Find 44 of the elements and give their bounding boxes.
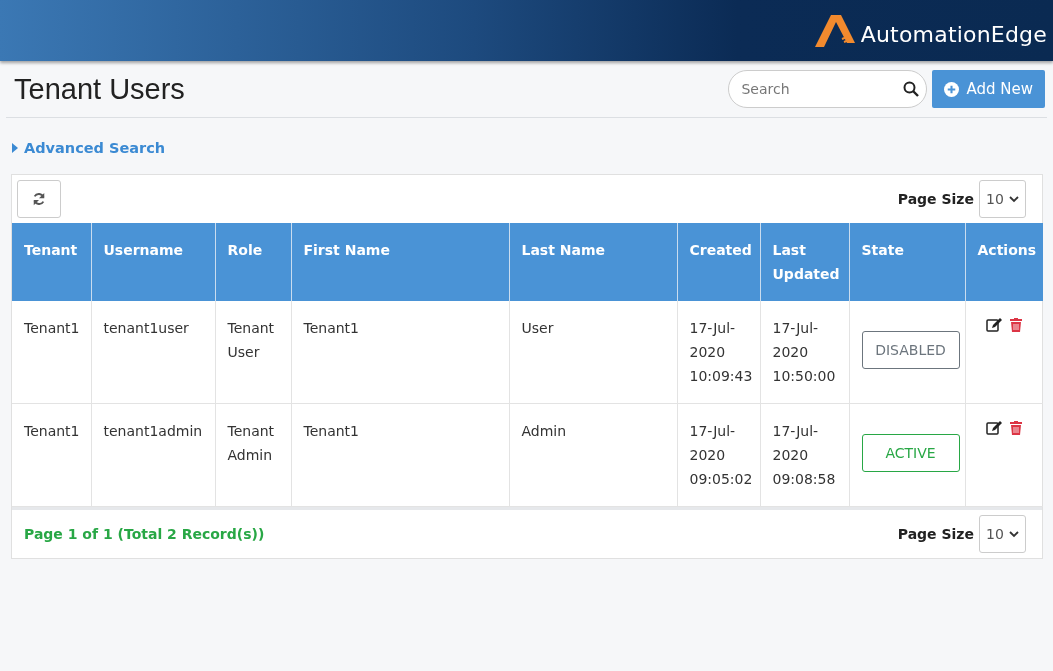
table-cell: tenant1user xyxy=(91,301,215,404)
chevron-down-icon xyxy=(1009,195,1019,203)
trash-icon[interactable] xyxy=(1010,421,1023,436)
table-cell: Tenant1 xyxy=(291,301,509,404)
table-cell: Tenant User xyxy=(215,301,291,404)
table-cell: Tenant1 xyxy=(12,301,91,404)
table-cell: 17-Jul-2020 10:50:00 xyxy=(760,301,849,404)
search-field[interactable]: Search xyxy=(728,70,928,108)
state-badge: ACTIVE xyxy=(861,434,960,472)
page-size-select[interactable]: 10 xyxy=(979,515,1026,553)
table-cell: Tenant1 xyxy=(291,403,509,507)
page-title: Tenant Users xyxy=(14,72,185,106)
refresh-button[interactable] xyxy=(17,180,61,218)
table-cell: 17-Jul-2020 09:08:58 xyxy=(760,403,849,507)
column-header: Role xyxy=(215,223,291,301)
edit-icon[interactable] xyxy=(986,421,1003,436)
search-icon xyxy=(903,81,920,97)
brand-name: AutomationEdge xyxy=(860,22,1047,47)
table-cell: 17-Jul-2020 09:05:02 xyxy=(677,403,760,507)
column-header: Tenant xyxy=(12,223,91,301)
table-cell: Admin xyxy=(509,403,677,507)
table-cell: Tenant Admin xyxy=(215,403,291,507)
page-size-label: Page Size xyxy=(897,191,974,207)
trash-icon[interactable] xyxy=(1010,318,1023,333)
column-header: First Name xyxy=(291,223,509,301)
column-header: Actions xyxy=(965,223,1043,301)
table-cell: 17-Jul-2020 10:09:43 xyxy=(677,301,760,404)
pagination-summary: Page 1 of 1 (Total 2 Record(s)) xyxy=(24,526,265,542)
column-header: State xyxy=(849,223,965,301)
chevron-down-icon xyxy=(1009,530,1019,538)
caret-icon xyxy=(12,143,18,153)
edit-icon[interactable] xyxy=(986,318,1003,333)
table-cell: tenant1admin xyxy=(91,403,215,507)
page-size-label: Page Size xyxy=(897,526,974,542)
state-badge: DISABLED xyxy=(861,331,960,369)
column-header: Last Updated xyxy=(760,223,849,301)
plus-circle-icon xyxy=(944,81,960,97)
table-cell: User xyxy=(509,301,677,404)
column-header: Created xyxy=(677,223,760,301)
refresh-icon xyxy=(32,192,46,206)
table-cell: Tenant1 xyxy=(12,403,91,507)
page-size-select[interactable]: 10 xyxy=(979,180,1026,218)
column-header: Last Name xyxy=(509,223,677,301)
column-header: Username xyxy=(91,223,215,301)
